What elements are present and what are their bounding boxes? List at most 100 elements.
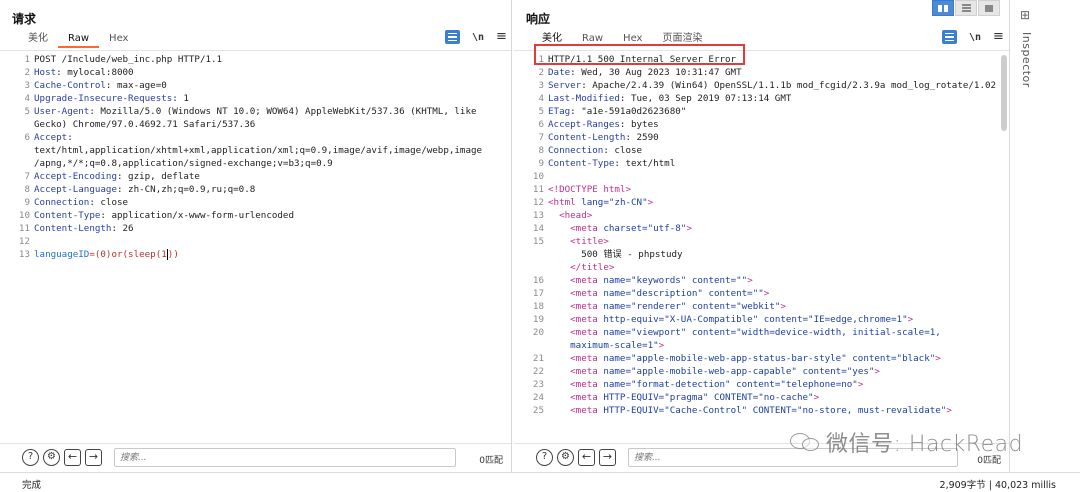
code-line: Gecko) Chrome/97.0.4692.71 Safari/537.36	[0, 118, 511, 131]
line-number: 19	[532, 314, 544, 325]
code-token: content=	[691, 275, 737, 286]
line-number: 21	[532, 353, 544, 364]
word-wrap-icon[interactable]	[445, 30, 460, 44]
code-line: 13 languageID=(0)or(sleep(1))	[0, 248, 511, 261]
watermark-text: 微信号: HackRead	[826, 432, 1024, 457]
request-tab-raw[interactable]: Raw	[58, 31, 100, 48]
code-token: "format-detection"	[631, 379, 737, 390]
code-text: text/html,application/xhtml+xml,applicat…	[34, 144, 482, 157]
layout-stacked-icon[interactable]	[955, 0, 977, 16]
code-token: : 2590	[625, 132, 659, 143]
code-line: 9 Content-Type: text/html	[514, 157, 1009, 170]
code-token: "zh-CN"	[608, 197, 648, 208]
code-token: maximum-scale=1"	[548, 340, 659, 351]
code-token: <meta	[548, 392, 604, 403]
menu-icon[interactable]: ≡	[496, 30, 507, 43]
arrow-left-icon[interactable]: ←	[64, 449, 81, 466]
code-token: name=	[603, 275, 631, 286]
menu-icon[interactable]: ≡	[993, 30, 1004, 43]
code-token: "viewport"	[631, 327, 692, 338]
code-token: : Apache/2.4.39 (Win64) OpenSSL/1.1.1b m…	[581, 80, 997, 91]
request-tabs: 美化 Raw Hex	[12, 31, 138, 49]
code-token: Gecko) Chrome/97.0.4692.71 Safari/537.36	[34, 119, 256, 130]
code-line: text/html,application/xhtml+xml,applicat…	[0, 144, 511, 157]
code-token: >	[647, 197, 654, 208]
code-token: >	[874, 366, 880, 377]
scrollbar-thumb[interactable]	[1001, 55, 1007, 131]
line-number: 3	[24, 80, 30, 91]
line-number: 7	[538, 132, 544, 143]
request-tab-pretty[interactable]: 美化	[12, 31, 58, 48]
request-editor[interactable]: 1 POST /Include/web_inc.php HTTP/1.1 2 Host…	[0, 50, 511, 442]
code-token: : Tue, 03 Sep 2019 07:13:14 GMT	[619, 93, 792, 104]
arrow-right-icon[interactable]: →	[85, 449, 102, 466]
code-line: 2 Host: mylocal:8000	[0, 66, 511, 79]
arrow-right-icon[interactable]: →	[599, 449, 616, 466]
status-text: 完成	[22, 480, 42, 491]
response-editor[interactable]: 1 HTTP/1.1 500 Internal Server Error 2 Date…	[514, 50, 1009, 442]
code-token: <meta	[548, 288, 604, 299]
line-number	[514, 339, 548, 352]
code-token: name=	[603, 379, 631, 390]
code-token: <meta	[548, 223, 604, 234]
code-text: <meta name="keywords" content="">	[548, 274, 753, 287]
code-text: Server: Apache/2.4.39 (Win64) OpenSSL/1.…	[548, 79, 996, 92]
code-token: languageID	[34, 249, 90, 260]
help-icon[interactable]: ?	[536, 449, 553, 466]
gear-icon[interactable]: ⚙	[557, 449, 574, 466]
code-token: <meta	[548, 366, 604, 377]
code-text: Connection: close	[548, 144, 642, 157]
line-number: 5	[24, 106, 30, 117]
line-number: 5	[538, 106, 544, 117]
code-token: "apple-mobile-web-app-capable"	[631, 366, 803, 377]
layout-side-by-side-icon[interactable]	[932, 0, 954, 16]
code-token: : 1	[172, 93, 189, 104]
code-text: <meta name="apple-mobile-web-app-capable…	[548, 365, 880, 378]
newline-icon[interactable]: \n	[472, 32, 484, 43]
code-token: name=	[603, 366, 631, 377]
gear-icon[interactable]: ⚙	[43, 449, 60, 466]
code-line: 13 <head>	[514, 209, 1009, 222]
code-text: Accept-Language: zh-CN,zh;q=0.9,ru;q=0.8	[34, 183, 255, 196]
code-text: Host: mylocal:8000	[34, 66, 134, 79]
code-line: 16 <meta name="keywords" content="">	[514, 274, 1009, 287]
request-search-input[interactable]	[114, 448, 456, 467]
code-token: "apple-mobile-web-app-status-bar-style"	[631, 353, 853, 364]
code-token: : text/html	[614, 158, 676, 169]
code-token: : mylocal:8000	[56, 67, 134, 78]
request-tab-hex[interactable]: Hex	[99, 31, 138, 48]
newline-icon[interactable]: \n	[969, 32, 981, 43]
code-token: "pragma"	[664, 392, 714, 403]
code-token: Connection	[34, 197, 90, 208]
code-token: HTTP-EQUIV=	[603, 392, 665, 403]
code-line: 3 Server: Apache/2.4.39 (Win64) OpenSSL/1…	[514, 79, 1009, 92]
help-icon[interactable]: ?	[22, 449, 39, 466]
code-line: 5 User-Agent: Mozilla/5.0 (Windows NT 10.…	[0, 105, 511, 118]
code-line: 10 Content-Type: application/x-www-form-u…	[0, 209, 511, 222]
code-line: 11 <!DOCTYPE html>	[514, 183, 1009, 196]
code-token: Content-Length	[34, 223, 112, 234]
inspector-toggle-icon[interactable]: ⊞	[1020, 8, 1030, 22]
inspector-panel[interactable]: ⊞ Inspector	[1014, 0, 1040, 472]
inspector-label[interactable]: Inspector	[1020, 32, 1033, 88]
line-number	[514, 248, 548, 261]
line-number: 2	[538, 67, 544, 78]
arrow-left-icon[interactable]: ←	[578, 449, 595, 466]
code-line: 22 <meta name="apple-mobile-web-app-capa…	[514, 365, 1009, 378]
code-text: <!DOCTYPE html>	[548, 183, 631, 196]
layout-toggle	[932, 0, 1000, 16]
code-token: </title>	[548, 262, 615, 273]
code-text: 500 错误 - phpstudy	[548, 248, 682, 261]
request-scrollbar[interactable]	[503, 51, 509, 441]
layout-single-icon[interactable]	[978, 0, 1000, 16]
response-title: 响应	[526, 12, 551, 26]
word-wrap-icon[interactable]	[942, 30, 957, 44]
code-text: /apng,*/*;q=0.8,application/signed-excha…	[34, 157, 333, 170]
response-scrollbar[interactable]	[1001, 51, 1007, 441]
code-token: content=	[763, 314, 809, 325]
code-text: POST /Include/web_inc.php HTTP/1.1	[34, 53, 222, 66]
code-line: 4 Upgrade-Insecure-Requests: 1	[0, 92, 511, 105]
line-number: 10	[532, 171, 544, 182]
code-line: 14 <meta charset="utf-8">	[514, 222, 1009, 235]
code-text: <head>	[548, 209, 592, 222]
